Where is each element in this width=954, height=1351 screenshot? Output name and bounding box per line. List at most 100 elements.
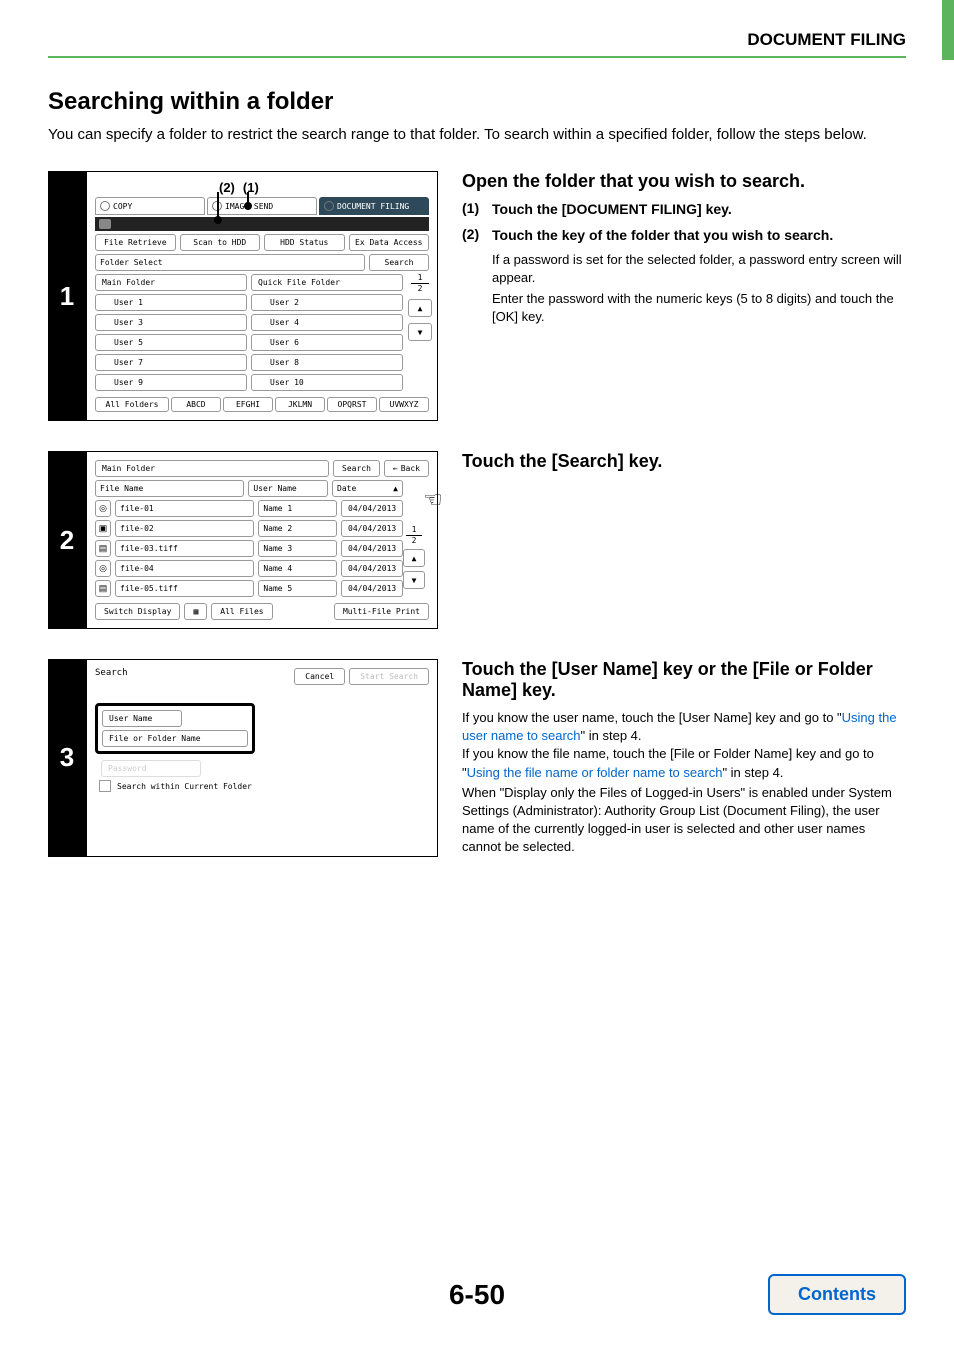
tab-document-filing[interactable]: DOCUMENT FILING [319, 197, 429, 215]
callout-1: (1) [243, 180, 259, 195]
page-number: 6-50 [449, 1279, 505, 1310]
folder-user6[interactable]: User 6 [251, 334, 403, 351]
step3-body3: When "Display only the Files of Logged-i… [462, 784, 906, 857]
step1-sub2: Touch the key of the folder that you wis… [492, 226, 906, 246]
file-type-icon: ◎ [95, 560, 111, 577]
file-type-icon: ◎ [95, 500, 111, 517]
home-icon[interactable] [99, 219, 111, 229]
date-cell: 04/04/2013 [341, 560, 403, 577]
folder-user2[interactable]: User 2 [251, 294, 403, 311]
back-button[interactable]: ←Back [384, 460, 429, 477]
file-row[interactable]: ◎file-04Name 404/04/2013 [95, 560, 403, 577]
alpha-jklmn[interactable]: JKLMN [275, 397, 325, 412]
scroll-down-button[interactable]: ▼ [403, 571, 425, 589]
user-name-cell: Name 3 [258, 540, 337, 557]
file-type-icon: ▤ [95, 540, 111, 557]
ex-data-access-tab[interactable]: Ex Data Access [349, 234, 430, 251]
page-fraction: 12 [403, 526, 425, 545]
step1-body2: Enter the password with the numeric keys… [492, 290, 906, 326]
file-name-cell: file-02 [115, 520, 254, 537]
user-name-cell: Name 1 [258, 500, 337, 517]
main-folder-button[interactable]: Main Folder [95, 274, 247, 291]
doc-header: DOCUMENT FILING [747, 30, 906, 50]
hdd-status-tab[interactable]: HDD Status [264, 234, 345, 251]
quick-file-folder-button[interactable]: Quick File Folder [251, 274, 403, 291]
step3-body2: If you know the file name, touch the [Fi… [462, 745, 906, 781]
step3-body1: If you know the user name, touch the [Us… [462, 709, 906, 745]
step-1: 1 (2) (1) COPY IMAGE SEND DOCUMENT FILIN… [48, 171, 906, 421]
file-retrieve-tab[interactable]: File Retrieve [95, 234, 176, 251]
folder-user3[interactable]: User 3 [95, 314, 247, 331]
file-type-icon: ▣ [95, 520, 111, 537]
multi-file-print-button[interactable]: Multi-File Print [334, 603, 429, 620]
user-name-button[interactable]: User Name [102, 710, 182, 727]
edge-tab [942, 0, 954, 60]
all-files-button[interactable]: All Files [211, 603, 272, 620]
date-cell: 04/04/2013 [341, 540, 403, 557]
search-button[interactable]: Search [369, 254, 429, 271]
alpha-opqrst[interactable]: OPQRST [327, 397, 377, 412]
step3-panel: Search Cancel Start Search User Name Fil… [86, 659, 438, 857]
back-arrow-icon: ← [393, 464, 398, 473]
contents-button[interactable]: Contents [768, 1274, 906, 1315]
filing-icon [324, 201, 334, 211]
section-intro: You can specify a folder to restrict the… [48, 124, 906, 145]
folder-user5[interactable]: User 5 [95, 334, 247, 351]
user-name-cell: Name 2 [258, 520, 337, 537]
date-cell: 04/04/2013 [341, 500, 403, 517]
thumbnail-icon[interactable]: ▦ [184, 603, 207, 620]
col-file-name[interactable]: File Name [95, 480, 244, 497]
file-row[interactable]: ▤file-05.tiffName 504/04/2013 [95, 580, 403, 597]
file-name-cell: file-03.tiff [115, 540, 254, 557]
pointer-dot-2 [214, 216, 222, 224]
password-button[interactable]: Password [101, 760, 201, 777]
step1-title: Open the folder that you wish to search. [462, 171, 906, 192]
file-or-folder-name-button[interactable]: File or Folder Name [102, 730, 248, 747]
page-fraction: 12 [408, 274, 432, 293]
scroll-up-button[interactable]: ▲ [403, 549, 425, 567]
folder-user7[interactable]: User 7 [95, 354, 247, 371]
scan-to-hdd-tab[interactable]: Scan to HDD [180, 234, 261, 251]
file-row[interactable]: ▣file-02Name 204/04/2013 [95, 520, 403, 537]
step1-body1: If a password is set for the selected fo… [492, 251, 906, 287]
folder-user9[interactable]: User 9 [95, 374, 247, 391]
callout-2: (2) [219, 180, 235, 195]
step-number: 3 [48, 659, 86, 857]
alpha-abcd[interactable]: ABCD [171, 397, 221, 412]
file-name-cell: file-05.tiff [115, 580, 254, 597]
scroll-down-button[interactable]: ▼ [408, 323, 432, 341]
step-2: 2 Main Folder Search ←Back ☜ File Name U… [48, 451, 906, 629]
alpha-uvwxyz[interactable]: UVWXYZ [379, 397, 429, 412]
user-name-cell: Name 4 [258, 560, 337, 577]
file-row[interactable]: ◎file-01Name 104/04/2013 [95, 500, 403, 517]
col-user-name[interactable]: User Name [248, 480, 328, 497]
cancel-button[interactable]: Cancel [294, 668, 345, 685]
alpha-all[interactable]: All Folders [95, 397, 169, 412]
file-name-cell: file-04 [115, 560, 254, 577]
folder-user1[interactable]: User 1 [95, 294, 247, 311]
link-file-name-search[interactable]: Using the file name or folder name to se… [467, 765, 723, 780]
user-name-cell: Name 5 [258, 580, 337, 597]
sort-icon: ▲ [393, 484, 398, 493]
col-date[interactable]: Date▲ [332, 480, 403, 497]
start-search-button[interactable]: Start Search [349, 668, 429, 685]
pointer-dot-1 [244, 202, 252, 210]
tab-copy[interactable]: COPY [95, 197, 205, 215]
step2-title: Touch the [Search] key. [462, 451, 906, 472]
file-row[interactable]: ▤file-03.tiffName 304/04/2013 [95, 540, 403, 557]
alpha-efghi[interactable]: EFGHI [223, 397, 273, 412]
folder-user4[interactable]: User 4 [251, 314, 403, 331]
switch-display-button[interactable]: Switch Display [95, 603, 180, 620]
tab-image-send[interactable]: IMAGE SEND [207, 197, 317, 215]
folder-user8[interactable]: User 8 [251, 354, 403, 371]
folder-title: Main Folder [95, 460, 329, 477]
search-button[interactable]: Search [333, 460, 380, 477]
scroll-up-button[interactable]: ▲ [408, 299, 432, 317]
copy-icon [100, 201, 110, 211]
folder-user10[interactable]: User 10 [251, 374, 403, 391]
search-within-checkbox[interactable]: Search within Current Folder [99, 780, 429, 792]
panel-title: Search [95, 668, 128, 685]
step-3: 3 Search Cancel Start Search User Name F… [48, 659, 906, 857]
step1-sub1: Touch the [DOCUMENT FILING] key. [492, 200, 906, 220]
date-cell: 04/04/2013 [341, 520, 403, 537]
